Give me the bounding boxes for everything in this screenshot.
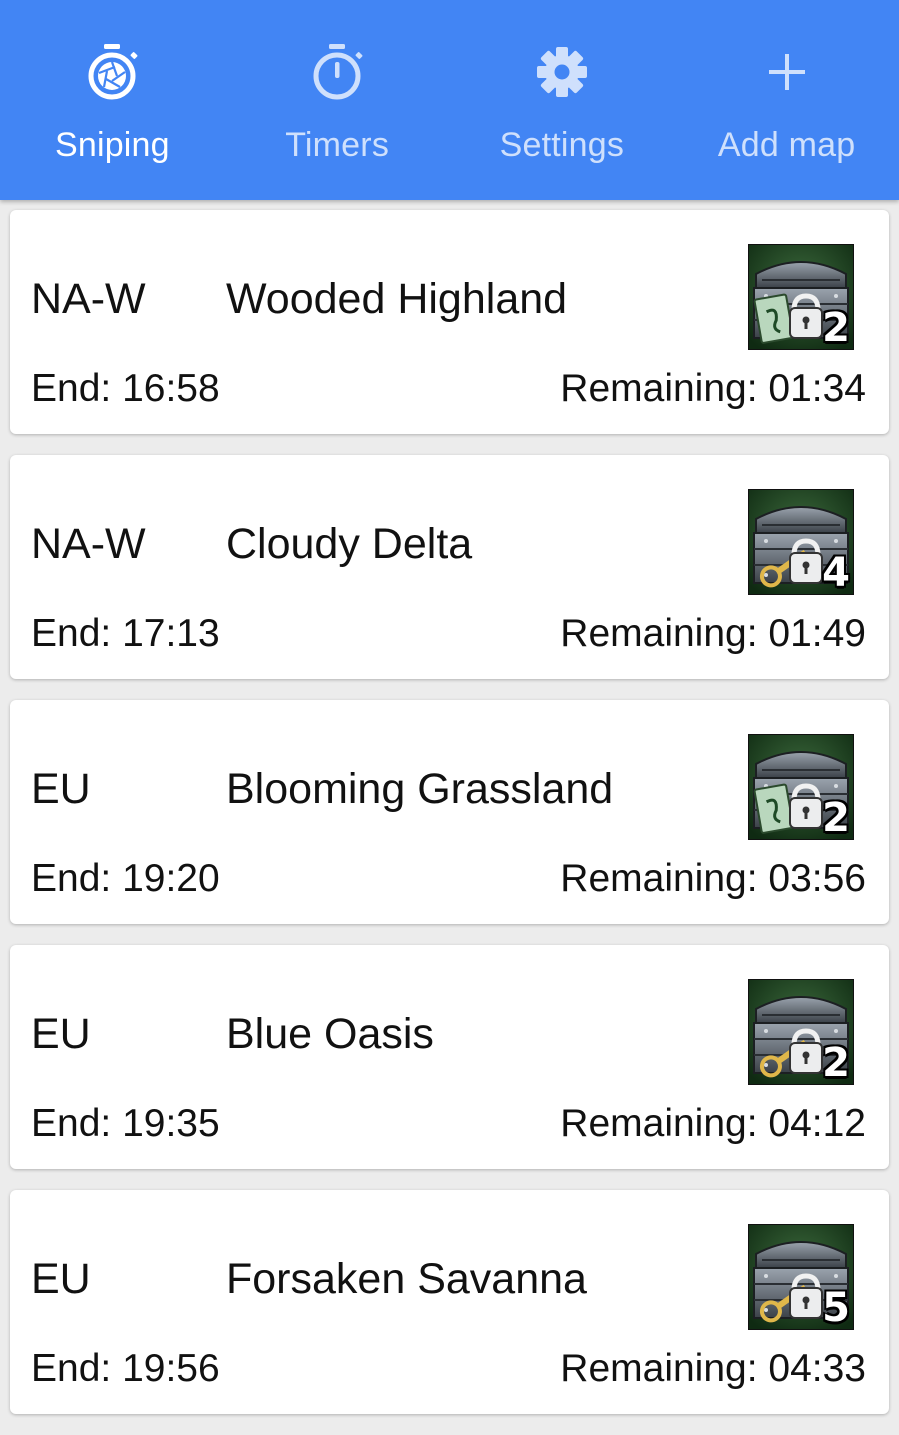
map-name: Blooming Grassland xyxy=(226,765,614,813)
end-time: End: 19:35 xyxy=(31,1102,220,1145)
tab-label: Sniping xyxy=(54,126,170,164)
tab-label: Add map xyxy=(717,126,856,164)
aperture-timer-icon xyxy=(82,42,142,102)
map-card[interactable]: EU Blooming Grassland 2 End: 19:20 Remai… xyxy=(10,700,889,924)
map-card[interactable]: EU Forsaken Savanna 5 End: 19:56 Remaini… xyxy=(10,1190,889,1414)
remaining-time: Remaining: 01:49 xyxy=(560,612,866,655)
treasure-chest-icon: 2 xyxy=(748,979,854,1085)
region-label: EU xyxy=(31,1255,91,1303)
chest-count: 4 xyxy=(822,550,850,596)
map-name: Blue Oasis xyxy=(226,1010,434,1058)
tab-add-map[interactable]: Add map xyxy=(674,0,899,200)
chest-count: 2 xyxy=(822,1040,850,1086)
map-card[interactable]: NA-W Cloudy Delta 4 End: 17:13 Remaining… xyxy=(10,455,889,679)
remaining-time: Remaining: 01:34 xyxy=(560,367,866,410)
top-navigation-bar: Sniping Timers Settings Add map xyxy=(0,0,899,200)
end-time: End: 19:56 xyxy=(31,1347,220,1390)
map-card[interactable]: NA-W Wooded Highland 2 End: 16:58 Remain… xyxy=(10,210,889,434)
map-name: Cloudy Delta xyxy=(226,520,473,568)
tab-label: Timers xyxy=(285,126,390,164)
gear-icon xyxy=(532,42,592,102)
map-name: Wooded Highland xyxy=(226,275,568,323)
plus-icon xyxy=(757,42,817,102)
tab-settings[interactable]: Settings xyxy=(450,0,675,200)
chest-count: 2 xyxy=(822,795,850,841)
region-label: NA-W xyxy=(31,275,146,323)
tab-timers[interactable]: Timers xyxy=(225,0,450,200)
chest-count: 2 xyxy=(822,305,850,351)
tab-label: Settings xyxy=(499,126,625,164)
treasure-chest-icon: 4 xyxy=(748,489,854,595)
stopwatch-icon xyxy=(307,42,367,102)
treasure-chest-icon: 2 xyxy=(748,734,854,840)
treasure-chest-icon: 5 xyxy=(748,1224,854,1330)
region-label: EU xyxy=(31,1010,91,1058)
map-name: Forsaken Savanna xyxy=(226,1255,587,1303)
map-card[interactable]: EU Blue Oasis 2 End: 19:35 Remaining: 04… xyxy=(10,945,889,1169)
map-timer-list: NA-W Wooded Highland 2 End: 16:58 Remain… xyxy=(10,210,889,1435)
end-time: End: 16:58 xyxy=(31,367,220,410)
remaining-time: Remaining: 04:33 xyxy=(560,1347,866,1390)
tab-sniping[interactable]: Sniping xyxy=(0,0,225,200)
end-time: End: 17:13 xyxy=(31,612,220,655)
chest-count: 5 xyxy=(822,1285,850,1331)
remaining-time: Remaining: 04:12 xyxy=(560,1102,866,1145)
region-label: NA-W xyxy=(31,520,146,568)
end-time: End: 19:20 xyxy=(31,857,220,900)
region-label: EU xyxy=(31,765,91,813)
treasure-chest-icon: 2 xyxy=(748,244,854,350)
remaining-time: Remaining: 03:56 xyxy=(560,857,866,900)
